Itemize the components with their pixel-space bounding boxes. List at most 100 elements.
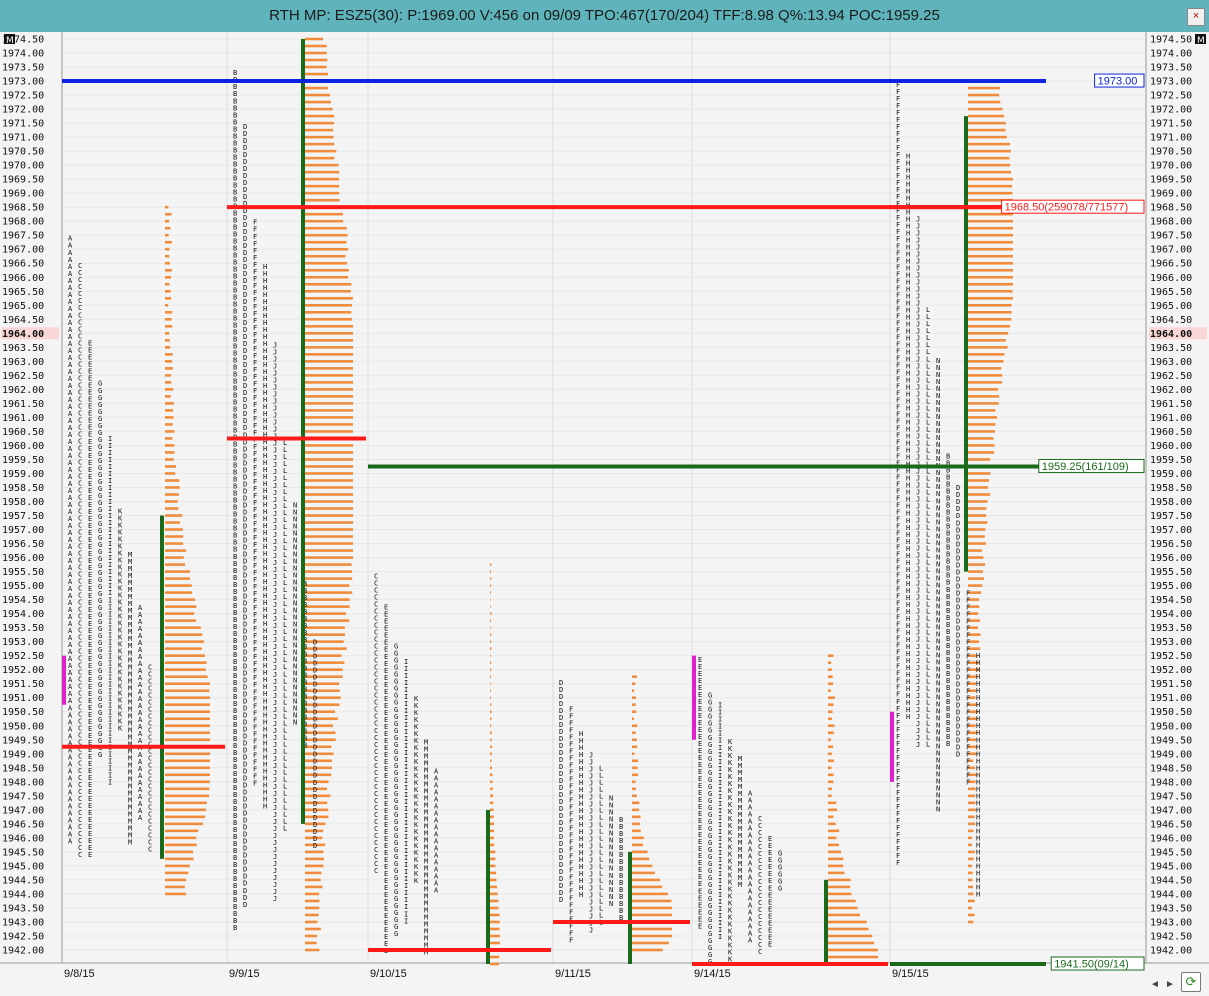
price-tick-right: 1968.00 — [1150, 217, 1192, 228]
tpo-letter: H — [976, 890, 980, 898]
profile-bar — [305, 717, 338, 721]
price-tick-right: 1956.00 — [1150, 553, 1192, 564]
price-tick-right: 1947.00 — [1150, 805, 1192, 816]
tpo-letter: E — [698, 922, 702, 930]
profile-bar — [305, 409, 353, 412]
profile-bar — [828, 780, 834, 784]
profile-bar — [968, 878, 973, 882]
profile-bar — [828, 682, 834, 686]
tpo-letter: B — [946, 740, 950, 748]
profile-bar — [828, 668, 832, 671]
profile-bar — [305, 696, 341, 700]
key-level-label: 1959.25(161/109) — [1042, 461, 1129, 473]
key-level-label: 1941.50(09/14) — [1054, 959, 1129, 971]
price-tick-right: 1954.50 — [1150, 595, 1192, 606]
price-tick-left: 1945.00 — [2, 861, 44, 872]
profile-bar — [305, 913, 319, 917]
profile-bar — [490, 626, 491, 629]
profile-bar — [490, 563, 492, 566]
profile-bar — [828, 661, 832, 664]
profile-bar — [305, 268, 349, 272]
profile-bar — [968, 367, 1002, 370]
profile-bar — [632, 675, 637, 678]
tpo-letter: L — [283, 824, 287, 832]
price-tick-left: 1943.00 — [2, 917, 44, 928]
profile-bar — [305, 325, 353, 328]
price-tick-left: 1961.00 — [2, 413, 44, 424]
profile-bar — [165, 521, 180, 524]
profile-bar — [305, 738, 336, 742]
price-tick-left: 1949.50 — [2, 735, 44, 746]
profile-bar — [165, 254, 170, 258]
profile-bar — [305, 170, 340, 174]
profile-bar — [305, 759, 332, 763]
price-tick-right: 1958.50 — [1150, 483, 1192, 494]
price-tick-right: 1967.00 — [1150, 245, 1192, 256]
close-icon[interactable]: × — [1187, 8, 1205, 26]
scroll-right-icon[interactable]: ► — [1165, 979, 1175, 990]
profile-bar — [968, 93, 1000, 97]
profile-bar — [305, 675, 343, 678]
profile-bar — [968, 254, 1013, 258]
price-tick-left: 1973.00 — [2, 77, 44, 88]
profile-bar — [165, 226, 171, 230]
profile-bar — [305, 65, 327, 69]
scroll-left-icon[interactable]: ◄ — [1150, 979, 1160, 990]
profile-bar — [968, 857, 974, 861]
price-tick-left: 1967.00 — [2, 245, 44, 256]
price-tick-left: 1954.50 — [2, 595, 44, 606]
profile-bar — [968, 135, 1007, 139]
profile-bar — [968, 486, 989, 489]
profile-bar — [968, 535, 985, 538]
profile-bar — [165, 212, 172, 216]
price-tick-left: 1970.00 — [2, 161, 44, 172]
profile-bar — [828, 675, 833, 678]
refresh-icon[interactable]: ⟳ — [1181, 972, 1201, 992]
profile-bar — [165, 556, 184, 559]
price-tick-left: 1969.00 — [2, 189, 44, 200]
profile-bar — [828, 801, 837, 805]
profile-bar — [305, 668, 343, 671]
tpo-letter: I — [718, 933, 722, 941]
profile-bar — [165, 857, 194, 861]
profile-bar — [305, 388, 353, 391]
profile-bar — [490, 780, 493, 784]
price-tick-left: 1948.50 — [2, 763, 44, 774]
profile-bar — [490, 724, 492, 728]
profile-bar — [828, 815, 834, 819]
profile-bar — [165, 507, 179, 510]
profile-bar — [305, 353, 353, 356]
profile-bar — [968, 899, 975, 903]
profile-bar — [828, 878, 851, 882]
profile-bar — [828, 857, 844, 861]
key-level-label: 1968.50(259078/771577) — [1005, 202, 1129, 214]
price-tick-right: 1969.50 — [1150, 175, 1192, 186]
profile-bar — [305, 247, 349, 251]
tpo-letter: F — [896, 859, 900, 867]
profile-bar — [165, 374, 172, 377]
profile-bar — [165, 296, 172, 300]
tpo-letter: D — [313, 842, 317, 850]
profile-bar — [305, 156, 335, 160]
price-tick-right: 1944.50 — [1150, 875, 1192, 886]
price-tick-left: 1970.50 — [2, 147, 44, 158]
price-tick-left: 1950.50 — [2, 707, 44, 718]
profile-bar — [305, 451, 353, 454]
tpo-letter: E — [768, 940, 772, 948]
profile-bar — [490, 577, 492, 580]
profile-bar — [165, 759, 210, 763]
profile-bar — [968, 437, 994, 440]
profile-bar — [828, 787, 832, 791]
profile-bar — [305, 142, 335, 146]
profile-bar — [632, 703, 636, 707]
profile-bar — [968, 815, 975, 819]
profile-bar — [165, 303, 169, 307]
profile-bar — [165, 626, 201, 629]
price-tick-left: 1962.00 — [2, 385, 44, 396]
market-profile-chart[interactable]: AAAAAAAAAAAAAAAAAAAAAAAAAAAAAAAAAAAAAAAA… — [0, 32, 1209, 996]
profile-bar — [490, 857, 496, 861]
price-tick-right: 1942.50 — [1150, 931, 1192, 942]
profile-bar — [305, 640, 344, 643]
price-tick-right: 1951.00 — [1150, 693, 1192, 704]
profile-bar — [968, 906, 972, 910]
